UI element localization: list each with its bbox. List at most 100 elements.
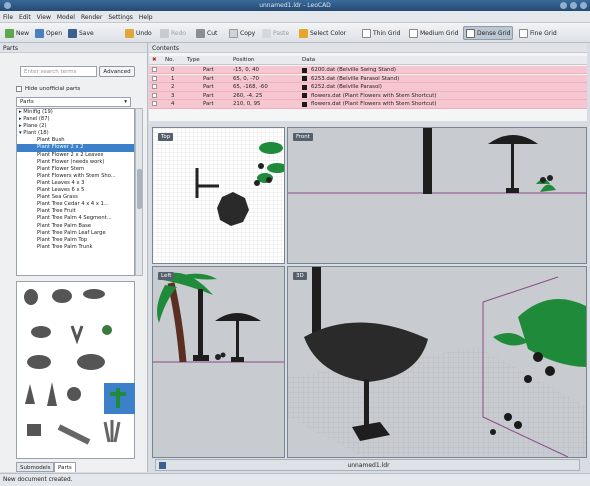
- col-data[interactable]: Data: [302, 57, 315, 63]
- medium-grid-button[interactable]: Medium Grid: [407, 26, 461, 40]
- tree-item[interactable]: Plant Leaves 6 x 5: [17, 187, 134, 194]
- contents-row[interactable]: 3 Part 260, -4, 25 flowers.dat (Plant Flowe…: [149, 91, 587, 101]
- bush-thumb[interactable]: [24, 289, 38, 305]
- color-swatch: [302, 76, 307, 82]
- redo-button[interactable]: Redo: [158, 26, 188, 40]
- tree-item[interactable]: Plant Tree Fruit: [17, 208, 134, 215]
- tree-item[interactable]: ▾ Plant (18): [17, 130, 134, 137]
- document-tab[interactable]: unnamed1.ldr: [156, 462, 581, 469]
- contents-row[interactable]: 4 Part 210, 0, 95 flowers.dat (Plant Flower…: [149, 100, 587, 109]
- contents-row[interactable]: 1 Part 65, 0, -70 6253.dat (Belville Paraso…: [149, 74, 587, 83]
- fine-grid-button[interactable]: Fine Grid: [517, 26, 559, 40]
- tree-item[interactable]: Plant Tree Palm Top: [17, 237, 134, 244]
- row-checkbox[interactable]: [152, 92, 157, 98]
- tree-item[interactable]: Plant Tree Palm 4 Segment...: [17, 215, 134, 222]
- tree-item[interactable]: Plant Flowers with Stem Sho...: [17, 173, 134, 180]
- row-checkbox[interactable]: [152, 67, 157, 72]
- flowers-stem-thumb[interactable]: [102, 325, 112, 335]
- parts-tree[interactable]: ▸ Minifig (19) ▸ Panel (87) ▸ Plane (2) ▾ P…: [16, 108, 135, 276]
- scrollbar-thumb[interactable]: [137, 169, 142, 209]
- stem-thumb[interactable]: [70, 325, 84, 345]
- tree-item[interactable]: Plant Sea Grass: [17, 194, 134, 201]
- tree-item[interactable]: Plant Flower 2 x 2 Leaves: [17, 152, 134, 159]
- palm-top-thumb[interactable]: [103, 420, 121, 443]
- palm-base-thumb[interactable]: [27, 424, 41, 436]
- col-type[interactable]: Type: [187, 57, 200, 63]
- tab-parts[interactable]: Parts: [54, 462, 76, 472]
- leaves-4x3-thumb[interactable]: [27, 355, 51, 369]
- tab-submodels[interactable]: Submodels: [16, 462, 55, 472]
- minimize-button[interactable]: [560, 2, 567, 9]
- tree-item[interactable]: ▸ Panel (87): [17, 116, 134, 123]
- tree-item[interactable]: Plant Flower (needs work): [17, 159, 134, 166]
- save-button[interactable]: Save: [66, 26, 96, 40]
- maximize-button[interactable]: [570, 2, 577, 9]
- menu-settings[interactable]: Settings: [105, 11, 136, 21]
- thin-grid-button[interactable]: Thin Grid: [360, 26, 402, 40]
- window-title: unnamed1.ldr - LeoCAD: [259, 2, 331, 9]
- viewport-left[interactable]: Left: [152, 266, 285, 458]
- menu-edit[interactable]: Edit: [16, 11, 34, 21]
- row-checkbox[interactable]: [152, 75, 157, 81]
- parts-preview-grid[interactable]: [16, 281, 135, 459]
- palm-trunk: [167, 282, 187, 363]
- tree-item[interactable]: Plant Flower 2 x 2: [17, 144, 134, 152]
- col-position[interactable]: Position: [233, 57, 254, 63]
- menu-render[interactable]: Render: [78, 11, 105, 21]
- row-checkbox[interactable]: [152, 101, 157, 107]
- copy-button[interactable]: Copy: [227, 26, 257, 40]
- open-button[interactable]: Open: [33, 26, 64, 40]
- menu-help[interactable]: Help: [136, 11, 156, 21]
- sea-grass-thumb[interactable]: [25, 384, 35, 404]
- new-button[interactable]: New: [3, 26, 31, 40]
- menu-model[interactable]: Model: [54, 11, 78, 21]
- parts-search-input[interactable]: Enter search terms: [20, 66, 97, 77]
- cedar-thumb[interactable]: [47, 382, 57, 406]
- menu-file[interactable]: File: [0, 11, 16, 21]
- tree-item[interactable]: Plant Tree Palm Trunk: [17, 244, 134, 251]
- title-bar: unnamed1.ldr - LeoCAD: [0, 0, 590, 11]
- tree-item[interactable]: Plant Flower Stem: [17, 166, 134, 173]
- flower-leaves-thumb[interactable]: [83, 289, 105, 299]
- tree-item[interactable]: Plant Tree Palm Leaf Large: [17, 230, 134, 237]
- grid-icon: [519, 28, 528, 38]
- col-no[interactable]: No.: [165, 57, 174, 63]
- fruit-tree-thumb[interactable]: [67, 387, 81, 401]
- flower-work-thumb[interactable]: [31, 326, 51, 338]
- tree-item[interactable]: Plant Bush: [17, 137, 134, 144]
- tree-item[interactable]: ▸ Minifig (19): [17, 109, 134, 116]
- tree-item[interactable]: Plant Tree Palm Base: [17, 223, 134, 230]
- color-swatch: [302, 93, 307, 99]
- swing-post: [423, 128, 432, 194]
- dense-grid-button[interactable]: Dense Grid: [463, 26, 514, 40]
- viewport-top[interactable]: Top: [152, 127, 285, 264]
- select-color-button[interactable]: Select Color: [297, 26, 348, 40]
- preview-thumbnails: [24, 289, 135, 445]
- leaves-6x5-thumb[interactable]: [77, 354, 105, 370]
- contents-row[interactable]: 0 Part -15, 0, 40 6200.dat (Belville Swing …: [149, 66, 587, 75]
- cut-button[interactable]: Cut: [194, 26, 219, 40]
- category-select[interactable]: Parts ▾: [16, 97, 131, 107]
- close-button[interactable]: [580, 2, 587, 9]
- row-checkbox[interactable]: [152, 84, 157, 90]
- contents-row[interactable]: 2 Part 65, -168, -60 6252.dat (Belville Par…: [149, 83, 587, 92]
- cell-type: Part: [203, 75, 214, 82]
- viewport-top-label: Top: [158, 133, 174, 141]
- menu-view[interactable]: View: [34, 11, 54, 21]
- tree-item[interactable]: ▸ Plane (2): [17, 123, 134, 130]
- tree-item[interactable]: Plant Leaves 4 x 3: [17, 180, 134, 187]
- undo-button[interactable]: Undo: [123, 26, 154, 40]
- chevron-down-icon: ▾: [124, 99, 127, 105]
- close-icon[interactable]: ✖: [152, 57, 157, 63]
- palm-leaf-thumb[interactable]: [57, 424, 91, 445]
- tree-item[interactable]: Plant Tree Cedar 4 x 4 x 1...: [17, 201, 134, 208]
- viewport-3d[interactable]: 3D: [287, 266, 587, 458]
- advanced-search-button[interactable]: Advanced: [99, 66, 135, 77]
- parts-panel-title: Parts: [0, 43, 147, 53]
- paste-button[interactable]: Paste: [260, 26, 291, 40]
- viewport-front[interactable]: Front: [287, 127, 587, 264]
- flower-thumb[interactable]: [52, 289, 72, 303]
- checkbox-box[interactable]: [16, 86, 22, 92]
- parts-tree-scrollbar[interactable]: [135, 108, 143, 276]
- hide-unofficial-checkbox[interactable]: Hide unofficial parts: [16, 85, 136, 93]
